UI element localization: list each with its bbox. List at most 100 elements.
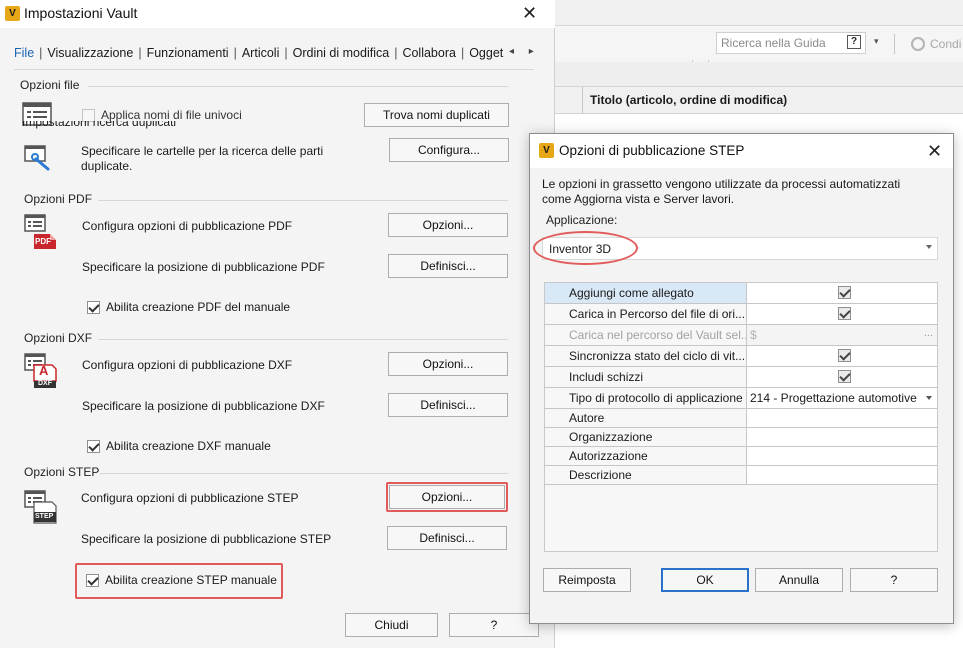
chevron-down-icon	[926, 396, 932, 400]
property-value[interactable]	[747, 466, 937, 485]
description-line2: come Aggiorna vista e Server lavori.	[542, 192, 735, 206]
tab-oggetti[interactable]: Ogget	[469, 46, 503, 60]
column-header-title[interactable]: Titolo (articolo, ordine di modifica)	[590, 93, 787, 107]
help-icon[interactable]: ?	[847, 35, 861, 49]
property-value-select[interactable]: 214 - Progettazione automotive	[747, 388, 937, 409]
property-row[interactable]: Organizzazione	[545, 428, 937, 447]
property-row[interactable]: Descrizione	[545, 466, 937, 485]
step-location-label: Specificare la posizione di pubblicazion…	[81, 532, 332, 546]
search-dropdown-icon[interactable]: ▾	[874, 36, 879, 47]
tab-separator: |	[394, 46, 398, 60]
property-row[interactable]: Aggiungi come allegato	[545, 283, 937, 304]
tab-scroll-arrows-icon[interactable]: ◂ ▸	[509, 46, 540, 57]
property-value[interactable]	[747, 367, 937, 388]
property-name: Organizzazione	[545, 428, 747, 447]
close-icon[interactable]: ✕	[927, 142, 942, 160]
tabs-divider	[14, 69, 534, 70]
step-define-button[interactable]: Definisci...	[387, 526, 507, 550]
dxf-icon-label: DXF	[38, 380, 52, 387]
tab-separator: |	[138, 46, 142, 60]
property-row[interactable]: Autorizzazione	[545, 447, 937, 466]
property-value[interactable]	[747, 304, 937, 325]
step-configure-label: Configura opzioni di pubblicazione STEP	[81, 491, 299, 505]
background-panel	[554, 62, 963, 86]
pdf-location-label: Specificare la posizione di pubblicazion…	[82, 260, 325, 274]
close-icon[interactable]: ✕	[522, 4, 537, 22]
help-search-input[interactable]: Ricerca nella Guida ?	[716, 32, 866, 54]
duplicate-search-heading-text: Impostazioni ricerca duplicati	[22, 121, 177, 129]
highlight-step-options	[386, 482, 508, 512]
toolbar-separator	[894, 34, 895, 54]
column-separator[interactable]	[582, 86, 583, 114]
property-value[interactable]	[747, 428, 937, 447]
pdf-define-button[interactable]: Definisci...	[388, 254, 508, 278]
property-name: Descrizione	[545, 466, 747, 485]
tab-articoli[interactable]: Articoli	[242, 46, 280, 60]
property-row[interactable]: Includi schizzi	[545, 367, 937, 388]
property-checkbox[interactable]	[838, 286, 851, 299]
pdf-configure-label: Configura opzioni di pubblicazione PDF	[82, 219, 293, 233]
conditions-button[interactable]: Condi	[930, 37, 961, 51]
property-name: Aggiungi come allegato	[545, 283, 747, 304]
section-divider	[88, 86, 508, 87]
step-manual-checkbox[interactable]	[86, 574, 99, 587]
conditions-icon	[911, 37, 925, 51]
pdf-options-button[interactable]: Opzioni...	[388, 213, 508, 237]
settings-titlebar: V Impostazioni Vault ✕	[0, 0, 555, 28]
duplicate-search-desc-line2: duplicate.	[81, 159, 133, 173]
reset-button[interactable]: Reimposta	[543, 568, 631, 592]
tab-file[interactable]: File	[14, 46, 34, 60]
dxf-options-heading: Opzioni DXF	[24, 331, 93, 345]
help-button[interactable]: ?	[850, 568, 938, 592]
property-row[interactable]: Sincronizza stato del ciclo di vit...	[545, 346, 937, 367]
property-name: Tipo di protocollo di applicazione	[545, 388, 747, 409]
vault-logo-icon: V	[539, 143, 554, 158]
step-dialog-titlebar: V Opzioni di pubblicazione STEP ✕	[530, 134, 953, 168]
property-row[interactable]: Autore	[545, 409, 937, 428]
property-value[interactable]	[747, 447, 937, 466]
configure-button[interactable]: Configura...	[389, 138, 509, 162]
property-checkbox[interactable]	[838, 307, 851, 320]
section-divider	[100, 473, 508, 474]
ok-button[interactable]: OK	[661, 568, 749, 592]
property-row[interactable]: Tipo di protocollo di applicazione 214 -…	[545, 388, 937, 409]
dxf-manual-checkbox[interactable]	[87, 440, 100, 453]
chevron-down-icon	[926, 245, 932, 249]
application-label: Applicazione:	[546, 213, 618, 227]
property-checkbox[interactable]	[838, 349, 851, 362]
find-duplicates-button[interactable]: Trova nomi duplicati	[364, 103, 509, 127]
browse-ellipsis-icon: ...	[923, 327, 933, 339]
tab-separator: |	[39, 46, 43, 60]
pdf-manual-checkbox[interactable]	[87, 301, 100, 314]
property-name: Carica nel percorso del Vault sel...	[545, 325, 747, 346]
dxf-define-button[interactable]: Definisci...	[388, 393, 508, 417]
close-button[interactable]: Chiudi	[345, 613, 438, 637]
tab-ordini-di-modifica[interactable]: Ordini di modifica	[293, 46, 390, 60]
tab-separator: |	[460, 46, 465, 60]
property-checkbox[interactable]	[838, 370, 851, 383]
property-value[interactable]	[747, 283, 937, 304]
pdf-options-heading: Opzioni PDF	[24, 192, 93, 206]
dxf-manual-label: Abilita creazione DXF manuale	[106, 439, 271, 453]
property-name: Sincronizza stato del ciclo di vit...	[545, 346, 747, 367]
property-value[interactable]	[747, 346, 937, 367]
description-line1: Le opzioni in grassetto vengono utilizza…	[542, 177, 901, 191]
cancel-button[interactable]: Annulla	[755, 568, 843, 592]
dxf-options-button[interactable]: Opzioni...	[388, 352, 508, 376]
vault-settings-dialog: V Impostazioni Vault ✕ File | Visualizzazi…	[0, 0, 555, 648]
tab-collabora[interactable]: Collabora	[402, 46, 456, 60]
tab-visualizzazione[interactable]: Visualizzazione	[47, 46, 133, 60]
tab-separator: |	[284, 46, 288, 60]
vault-logo-icon: V	[5, 6, 20, 21]
property-row[interactable]: Carica in Percorso del file di ori...	[545, 304, 937, 325]
properties-grid: Aggiungi come allegato Carica in Percors…	[544, 282, 938, 552]
property-row[interactable]: Carica nel percorso del Vault sel... $..…	[545, 325, 937, 346]
help-button[interactable]: ?	[449, 613, 539, 637]
property-value[interactable]	[747, 409, 937, 428]
dxf-location-label: Specificare la posizione di pubblicazion…	[82, 399, 325, 413]
section-divider	[98, 339, 508, 340]
tab-funzionamenti[interactable]: Funzionamenti	[147, 46, 229, 60]
folder-search-icon	[24, 145, 50, 171]
property-value-text: 214 - Progettazione automotive	[750, 391, 917, 405]
property-name: Includi schizzi	[545, 367, 747, 388]
